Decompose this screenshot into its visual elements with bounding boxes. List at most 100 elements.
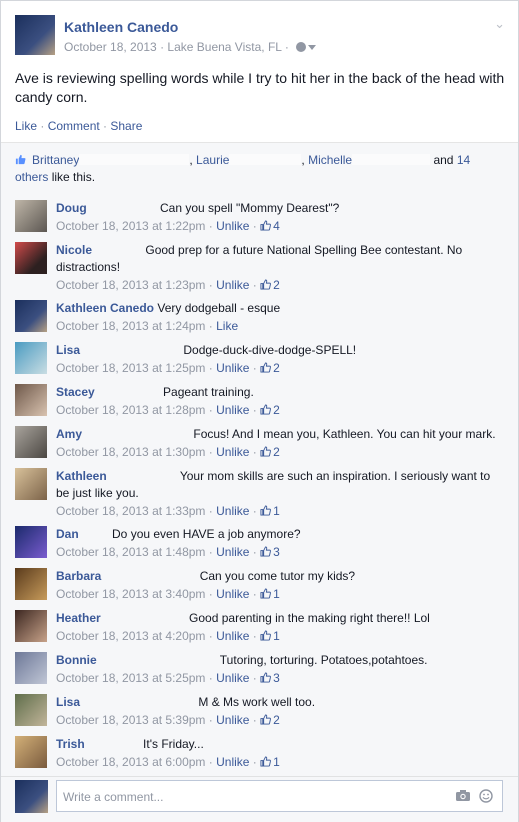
commenter-name[interactable]: Stacey <box>56 385 95 399</box>
commenter-name[interactable]: Dan <box>56 527 79 541</box>
comment-body: Lisa M & Ms work well too. October 18, 20… <box>56 694 496 729</box>
avatar[interactable] <box>15 342 47 374</box>
unlike-link[interactable]: Unlike <box>216 671 249 685</box>
like-count: 2 <box>273 713 280 727</box>
avatar[interactable] <box>15 242 47 274</box>
commenter-name[interactable]: Barbara <box>56 569 101 583</box>
unlike-link[interactable]: Unlike <box>216 713 249 727</box>
comment-timestamp[interactable]: October 18, 2013 at 5:39pm <box>56 713 205 727</box>
comment-text: Focus! And I mean you, Kathleen. You can… <box>193 427 496 441</box>
commenter-name[interactable]: Kathleen Canedo <box>56 301 154 315</box>
comment-timestamp[interactable]: October 18, 2013 at 4:20pm <box>56 629 205 643</box>
like-count: 3 <box>273 671 280 685</box>
comment-like-count[interactable]: 3 <box>260 671 280 685</box>
comment-line: Bonnie Tutoring, torturing. Potatoes,pot… <box>56 652 496 669</box>
comment-like-count[interactable]: 1 <box>260 755 280 769</box>
avatar[interactable] <box>15 610 47 642</box>
avatar[interactable] <box>15 426 47 458</box>
comment-like-count[interactable]: 1 <box>260 629 280 643</box>
like-count: 1 <box>273 755 280 769</box>
unlike-link[interactable]: Unlike <box>216 504 249 518</box>
avatar[interactable] <box>15 468 47 500</box>
avatar <box>15 780 48 813</box>
avatar[interactable] <box>15 736 47 768</box>
comment-like-count[interactable]: 2 <box>260 445 280 459</box>
thumbs-up-icon <box>260 446 272 457</box>
comment-timestamp[interactable]: October 18, 2013 at 3:40pm <box>56 587 205 601</box>
author-name[interactable]: Kathleen Canedo <box>64 19 178 35</box>
comment-box[interactable] <box>56 780 503 812</box>
redacted-text <box>92 244 142 255</box>
chevron-down-icon[interactable]: ⌄ <box>494 17 505 30</box>
comment-timestamp[interactable]: October 18, 2013 at 1:28pm <box>56 403 205 417</box>
commenter-name[interactable]: Bonnie <box>56 653 97 667</box>
comment-timestamp[interactable]: October 18, 2013 at 6:00pm <box>56 755 205 769</box>
unlike-link[interactable]: Unlike <box>216 587 249 601</box>
avatar[interactable] <box>15 652 47 684</box>
comment-timestamp[interactable]: October 18, 2013 at 1:48pm <box>56 545 205 559</box>
commenter-name[interactable]: Kathleen <box>56 469 107 483</box>
unlike-link[interactable]: Unlike <box>216 403 249 417</box>
comment-text: Tutoring, torturing. Potatoes,potahtoes. <box>219 653 428 667</box>
like-link[interactable]: Like <box>15 119 37 133</box>
share-link[interactable]: Share <box>110 119 142 133</box>
commenter-name[interactable]: Heather <box>56 611 101 625</box>
commenter-name[interactable]: Amy <box>56 427 82 441</box>
post-location[interactable]: Lake Buena Vista, FL <box>167 40 281 54</box>
redacted-text <box>97 654 217 665</box>
unlike-link[interactable]: Unlike <box>216 219 249 233</box>
commenter-name[interactable]: Nicole <box>56 243 92 257</box>
unlike-link[interactable]: Unlike <box>216 545 249 559</box>
comment-timestamp[interactable]: October 18, 2013 at 1:23pm <box>56 278 205 292</box>
comment-line: Dan Do you even HAVE a job anymore? <box>56 526 496 543</box>
unlike-link[interactable]: Unlike <box>216 629 249 643</box>
meta-separator: · <box>284 40 289 54</box>
liker-link[interactable]: Brittaney <box>32 153 79 167</box>
commenter-name[interactable]: Doug <box>56 201 87 215</box>
commenter-name[interactable]: Trish <box>56 737 85 751</box>
comment-like-count[interactable]: 1 <box>260 587 280 601</box>
avatar[interactable] <box>15 526 47 558</box>
like-link[interactable]: Like <box>216 319 238 333</box>
comment-like-count[interactable]: 4 <box>260 219 280 233</box>
comment-like-count[interactable]: 2 <box>260 713 280 727</box>
comment-like-count[interactable]: 2 <box>260 278 280 292</box>
comment-like-count[interactable]: 1 <box>260 504 280 518</box>
comment-timestamp[interactable]: October 18, 2013 at 5:25pm <box>56 671 205 685</box>
unlike-link[interactable]: Unlike <box>216 755 249 769</box>
comment-link[interactable]: Comment <box>48 119 100 133</box>
liker-link[interactable]: Laurie <box>196 153 229 167</box>
comment-line: Lisa M & Ms work well too. <box>56 694 496 711</box>
caret-down-icon[interactable] <box>308 45 317 50</box>
smiley-icon[interactable] <box>479 789 493 803</box>
thumbs-up-icon <box>260 756 272 767</box>
comment-timestamp[interactable]: October 18, 2013 at 1:25pm <box>56 361 205 375</box>
avatar[interactable] <box>15 568 47 600</box>
comment-like-count[interactable]: 3 <box>260 545 280 559</box>
unlike-link[interactable]: Unlike <box>216 445 249 459</box>
avatar[interactable] <box>15 694 47 726</box>
comment-timestamp[interactable]: October 18, 2013 at 1:33pm <box>56 504 205 518</box>
unlike-link[interactable]: Unlike <box>216 361 249 375</box>
thumbs-up-icon <box>15 154 26 165</box>
avatar[interactable] <box>15 384 47 416</box>
comment-timestamp[interactable]: October 18, 2013 at 1:24pm <box>56 319 205 333</box>
comment-input[interactable] <box>63 790 433 804</box>
post-date[interactable]: October 18, 2013 <box>64 40 157 54</box>
comment-line: Heather Good parenting in the making rig… <box>56 610 496 627</box>
avatar[interactable] <box>15 300 47 332</box>
comment-like-count[interactable]: 2 <box>260 403 280 417</box>
camera-icon[interactable] <box>456 790 470 801</box>
unlike-link[interactable]: Unlike <box>216 278 249 292</box>
liker-link[interactable]: Michelle <box>308 153 352 167</box>
commenter-name[interactable]: Lisa <box>56 343 80 357</box>
avatar[interactable] <box>15 200 47 232</box>
globe-icon[interactable] <box>296 42 307 52</box>
comment-timestamp[interactable]: October 18, 2013 at 1:22pm <box>56 219 205 233</box>
commenter-name[interactable]: Lisa <box>56 695 80 709</box>
comment-timestamp[interactable]: October 18, 2013 at 1:30pm <box>56 445 205 459</box>
comment-line: Stacey Pageant training. <box>56 384 496 401</box>
author-avatar[interactable] <box>15 15 55 55</box>
comment-like-count[interactable]: 2 <box>260 361 280 375</box>
comment-text: Do you even HAVE a job anymore? <box>112 527 301 541</box>
